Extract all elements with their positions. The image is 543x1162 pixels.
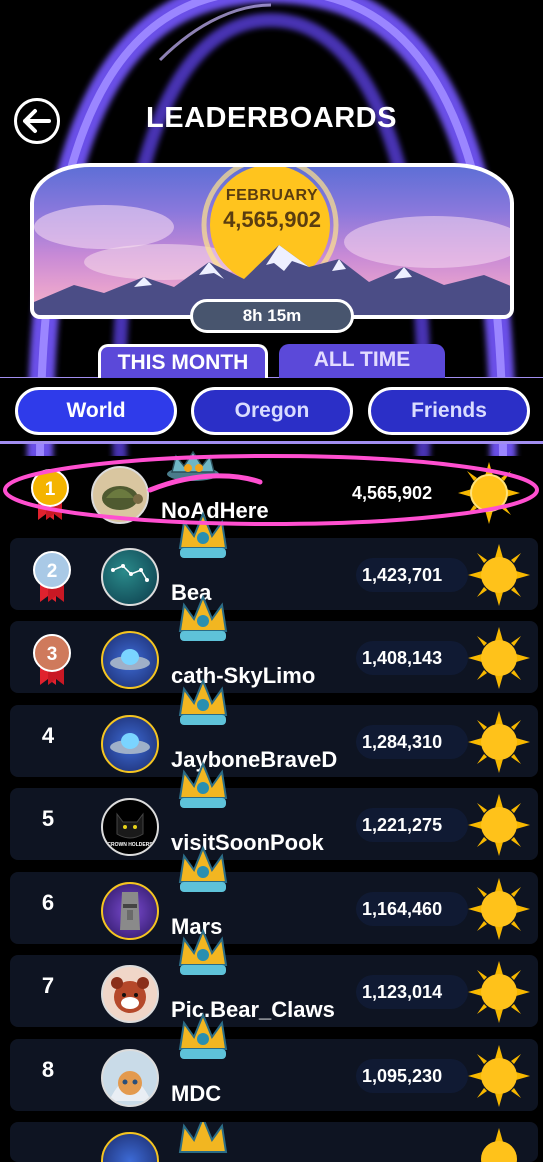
player-score: 1,284,310 bbox=[356, 725, 468, 759]
month-name: FEBRUARY bbox=[225, 187, 319, 204]
crown-icon bbox=[178, 594, 228, 641]
player-score: 1,221,275 bbox=[356, 808, 468, 842]
page-title: LEADERBOARDS bbox=[146, 102, 397, 134]
sun-icon bbox=[468, 711, 530, 773]
crown-icon bbox=[178, 928, 228, 975]
sun-icon bbox=[458, 462, 520, 524]
sun-icon bbox=[468, 627, 530, 689]
filter-oregon-button[interactable]: Oregon bbox=[191, 387, 353, 435]
avatar[interactable] bbox=[101, 882, 159, 940]
crown-icon bbox=[178, 1122, 228, 1153]
ufo-avatar-icon bbox=[110, 733, 150, 754]
player-score: 1,164,460 bbox=[356, 892, 468, 926]
sun-icon bbox=[468, 544, 530, 606]
leaderboard-row[interactable]: 4 JayboneBraveD 1,284,310 bbox=[10, 678, 538, 777]
ufo-avatar-icon bbox=[110, 649, 150, 670]
region-filter-bar: World Oregon Friends bbox=[0, 378, 543, 444]
countdown-timer: 8h 15m bbox=[190, 299, 354, 333]
avatar[interactable] bbox=[101, 631, 159, 689]
avatar[interactable] bbox=[101, 548, 159, 606]
crown-icon bbox=[178, 511, 228, 558]
filter-divider bbox=[0, 441, 543, 444]
sun-icon bbox=[468, 794, 530, 856]
filter-friends-button[interactable]: Friends bbox=[368, 387, 530, 435]
rank-number: 8 bbox=[41, 1057, 55, 1082]
leaderboard-row[interactable]: 1 NoAdHere 4,565,902 bbox=[0, 450, 543, 528]
cat-avatar-icon bbox=[109, 1071, 151, 1101]
constellation-avatar-icon bbox=[111, 564, 149, 582]
avatar[interactable] bbox=[101, 1132, 159, 1162]
gold-medal-icon: 1 bbox=[31, 469, 69, 520]
player-name: MDC bbox=[171, 1081, 222, 1106]
month-summary: FEBRUARY 4,565,902 bbox=[217, 187, 327, 233]
player-score: 4,565,902 bbox=[352, 483, 433, 503]
tortoise-avatar-icon bbox=[102, 486, 143, 510]
filter-world-button[interactable]: World bbox=[15, 387, 177, 435]
black-cat-avatar-icon: CROWN HOLDERS bbox=[107, 812, 153, 848]
sun-icon bbox=[468, 878, 530, 940]
crown-icon bbox=[178, 761, 228, 808]
moai-avatar-icon bbox=[120, 892, 140, 930]
rank-number: 7 bbox=[41, 973, 55, 998]
svg-text:2: 2 bbox=[47, 561, 58, 582]
silver-medal-icon: 2 bbox=[33, 551, 71, 602]
sun-icon bbox=[468, 961, 530, 1023]
crown-icon bbox=[178, 678, 228, 725]
player-score: 1,408,143 bbox=[356, 641, 468, 675]
rank-number: 6 bbox=[41, 890, 55, 915]
tab-this-month[interactable]: THIS MONTH bbox=[98, 344, 268, 378]
crown-icon bbox=[167, 450, 219, 481]
player-score: 1,423,701 bbox=[356, 558, 468, 592]
svg-text:3: 3 bbox=[47, 644, 58, 665]
avatar-caption: CROWN HOLDERS bbox=[107, 842, 153, 848]
monthly-banner: FEBRUARY 4,565,902 bbox=[30, 163, 514, 319]
sun-icon bbox=[468, 1045, 530, 1107]
tab-all-time[interactable]: ALL TIME bbox=[279, 344, 445, 378]
crown-icon bbox=[178, 1012, 228, 1059]
leaderboard-row[interactable]: 7 Pic.Bear_Claws 1,123,014 bbox=[10, 928, 538, 1027]
avatar[interactable] bbox=[101, 1049, 159, 1107]
sun-icon bbox=[481, 1128, 517, 1162]
avatar[interactable] bbox=[101, 965, 159, 1023]
leaderboard-row[interactable]: 5 CROWN HOLDERS visitSoonPook 1,221,275 bbox=[10, 761, 538, 860]
crown-icon bbox=[178, 845, 228, 892]
svg-text:1: 1 bbox=[45, 479, 56, 500]
bronze-medal-icon: 3 bbox=[33, 634, 71, 685]
month-score: 4,565,902 bbox=[223, 207, 321, 232]
rank-number: 4 bbox=[41, 723, 55, 748]
rank-number: 5 bbox=[41, 806, 55, 831]
player-score: 1,095,230 bbox=[356, 1059, 468, 1093]
avatar[interactable] bbox=[91, 466, 149, 524]
player-score: 1,123,014 bbox=[356, 975, 468, 1009]
avatar[interactable]: CROWN HOLDERS bbox=[101, 798, 159, 856]
leaderboard-row[interactable]: 8 MDC 1,095,230 bbox=[10, 1012, 538, 1111]
avatar[interactable] bbox=[101, 715, 159, 773]
leaderboard-row[interactable]: 3 cath-SkyLimo 1,408,143 bbox=[10, 594, 538, 693]
leaderboard-row[interactable]: 2 Bea 1,423,701 bbox=[10, 511, 538, 610]
leaderboard-row[interactable] bbox=[10, 1122, 538, 1162]
red-panda-avatar-icon bbox=[111, 977, 149, 1013]
leaderboard-row[interactable]: 6 Mars 1,164,460 bbox=[10, 845, 538, 944]
